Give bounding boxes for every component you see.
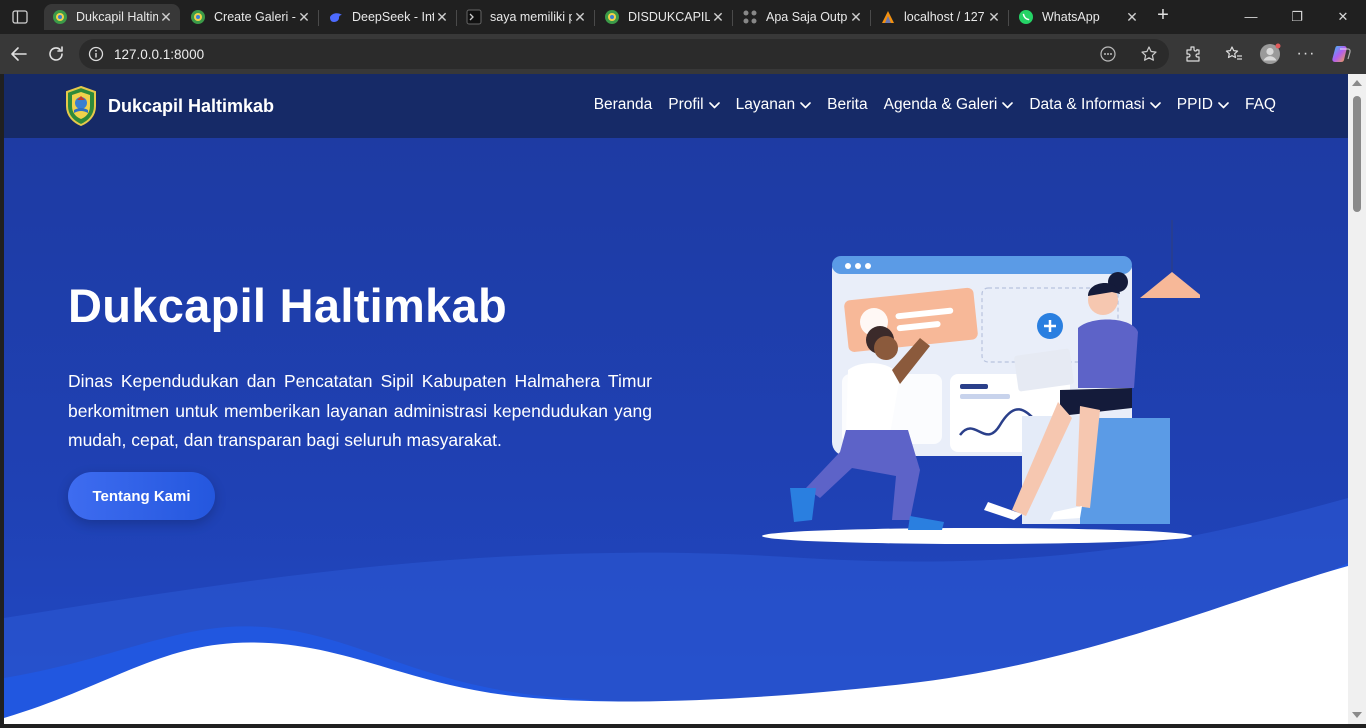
tab-separator bbox=[870, 10, 871, 26]
browser-tab[interactable]: DISDUKCAPIL ✕ bbox=[596, 4, 732, 30]
browser-tab[interactable]: WhatsApp ✕ bbox=[1010, 4, 1146, 30]
browser-tab[interactable]: saya memiliki p ✕ bbox=[458, 4, 594, 30]
site-info-icon[interactable] bbox=[88, 46, 104, 62]
new-tab-button[interactable]: + bbox=[1152, 5, 1174, 27]
page-viewport: Dukcapil Haltimkab Beranda Profil Layanan B… bbox=[4, 74, 1348, 724]
brand-name: Dukcapil Haltimkab bbox=[108, 95, 275, 116]
tab-close-icon[interactable]: ✕ bbox=[572, 9, 588, 25]
about-us-button[interactable]: Tentang Kami bbox=[68, 472, 215, 520]
tab-title: Create Galeri - bbox=[214, 10, 296, 24]
brand[interactable]: Dukcapil Haltimkab bbox=[64, 86, 274, 126]
restore-button[interactable]: ❐ bbox=[1274, 4, 1320, 30]
favorites-icon[interactable] bbox=[1223, 43, 1245, 65]
nav-item-label: Data & Informasi bbox=[1029, 96, 1145, 113]
site-logo-icon bbox=[52, 9, 68, 25]
tab-title: Dukcapil Haltim bbox=[76, 10, 158, 24]
tab-title: DISDUKCAPIL bbox=[628, 10, 710, 24]
browser-tab[interactable]: DeepSeek - Int ✕ bbox=[320, 4, 456, 30]
main-menu: Beranda Profil Layanan Berita Agenda & Galer… bbox=[594, 96, 1276, 114]
tab-close-icon[interactable]: ✕ bbox=[434, 9, 450, 25]
chevron-down-icon bbox=[708, 101, 720, 108]
phpmyadmin-icon bbox=[880, 9, 896, 25]
chevron-down-icon bbox=[1218, 101, 1229, 108]
chevron-down-icon bbox=[800, 101, 811, 108]
tab-close-icon[interactable]: ✕ bbox=[296, 9, 312, 25]
browser-tab[interactable]: Create Galeri - ✕ bbox=[182, 4, 318, 30]
hero-title: Dukcapil Haltimkab bbox=[68, 279, 507, 332]
browser-toolbar: 127.0.0.1:8000 ··· bbox=[0, 34, 1366, 74]
hero-description: Dinas Kependudukan dan Pencatatan Sipil … bbox=[68, 371, 652, 450]
scroll-thumb[interactable] bbox=[1353, 96, 1361, 212]
chevron-down-icon bbox=[1149, 101, 1161, 108]
tab-close-icon[interactable]: ✕ bbox=[1124, 9, 1140, 25]
tab-close-icon[interactable]: ✕ bbox=[986, 9, 1002, 25]
nav-item-label: PPID bbox=[1176, 96, 1213, 113]
tab-separator bbox=[1008, 10, 1009, 26]
tab-actions-icon[interactable] bbox=[9, 7, 31, 27]
close-window-button[interactable]: ✕ bbox=[1320, 4, 1366, 30]
joomla-icon bbox=[742, 9, 758, 25]
settings-menu-icon[interactable]: ··· bbox=[1295, 43, 1317, 65]
scroll-up-arrow-icon[interactable] bbox=[1352, 80, 1362, 86]
minimize-button[interactable]: — bbox=[1228, 4, 1274, 30]
profile-avatar[interactable] bbox=[1259, 43, 1281, 65]
site-navbar: Dukcapil Haltimkab Beranda Profil Layanan B… bbox=[4, 74, 1348, 138]
nav-item-label: Layanan bbox=[735, 96, 796, 113]
tab-title: WhatsApp bbox=[1042, 10, 1100, 24]
deepseek-icon bbox=[328, 9, 344, 25]
nav-item-layanan[interactable]: Layanan bbox=[736, 96, 811, 114]
tab-close-icon[interactable]: ✕ bbox=[848, 9, 864, 25]
nav-item-faq[interactable]: FAQ bbox=[1245, 96, 1276, 114]
whatsapp-icon bbox=[1018, 9, 1034, 25]
tab-close-icon[interactable]: ✕ bbox=[158, 9, 174, 25]
hero-section: Dukcapil Haltimkab Dinas Kependudukan da… bbox=[4, 138, 1348, 724]
terminal-icon bbox=[466, 9, 482, 25]
nav-item-ppid[interactable]: PPID bbox=[1177, 96, 1229, 114]
address-bar[interactable]: 127.0.0.1:8000 bbox=[79, 39, 1169, 69]
favorite-star-icon[interactable] bbox=[1140, 45, 1158, 63]
tab-separator bbox=[318, 10, 319, 26]
browser-tab[interactable]: Dukcapil Haltim ✕ bbox=[44, 4, 180, 30]
nav-item-label: Beranda bbox=[593, 96, 653, 113]
scroll-down-arrow-icon[interactable] bbox=[1352, 712, 1362, 718]
regency-crest-icon bbox=[66, 86, 96, 126]
tab-close-icon[interactable]: ✕ bbox=[710, 9, 726, 25]
more-page-options-icon[interactable] bbox=[1099, 45, 1117, 63]
tab-title: localhost / 127 bbox=[904, 10, 985, 24]
nav-item-profil[interactable]: Profil bbox=[668, 96, 720, 114]
page-scrollbar[interactable] bbox=[1348, 74, 1366, 724]
tab-title: Apa Saja Outp bbox=[766, 10, 848, 24]
url-text[interactable]: 127.0.0.1:8000 bbox=[114, 47, 204, 62]
tab-separator bbox=[732, 10, 733, 26]
tab-separator bbox=[594, 10, 595, 26]
nav-item-label: FAQ bbox=[1244, 96, 1276, 113]
nav-item-agenda-galeri[interactable]: Agenda & Galeri bbox=[884, 96, 1014, 114]
browser-tab-bar: Dukcapil Haltim ✕ Create Galeri - ✕ DeepSeek… bbox=[0, 0, 1366, 34]
nav-item-label: Berita bbox=[827, 96, 868, 113]
nav-item-berita[interactable]: Berita bbox=[827, 96, 868, 114]
nav-item-label: Profil bbox=[668, 96, 704, 113]
site-logo-icon bbox=[604, 9, 620, 25]
reload-button[interactable] bbox=[43, 42, 69, 66]
extensions-icon[interactable] bbox=[1182, 43, 1204, 65]
nav-item-label: Agenda & Galeri bbox=[883, 96, 998, 113]
tab-separator bbox=[456, 10, 457, 26]
site-logo-icon bbox=[190, 9, 206, 25]
tab-title: saya memiliki p bbox=[490, 10, 572, 24]
hero-illustration bbox=[762, 220, 1200, 544]
back-button[interactable] bbox=[6, 42, 32, 66]
copilot-icon[interactable] bbox=[1331, 43, 1353, 65]
nav-item-data-informasi[interactable]: Data & Informasi bbox=[1029, 96, 1161, 114]
browser-tab[interactable]: localhost / 127 ✕ bbox=[872, 4, 1008, 30]
tab-title: DeepSeek - Int bbox=[352, 10, 434, 24]
chevron-down-icon bbox=[1002, 101, 1014, 108]
browser-tab[interactable]: Apa Saja Outp ✕ bbox=[734, 4, 870, 30]
nav-item-beranda[interactable]: Beranda bbox=[594, 96, 653, 114]
